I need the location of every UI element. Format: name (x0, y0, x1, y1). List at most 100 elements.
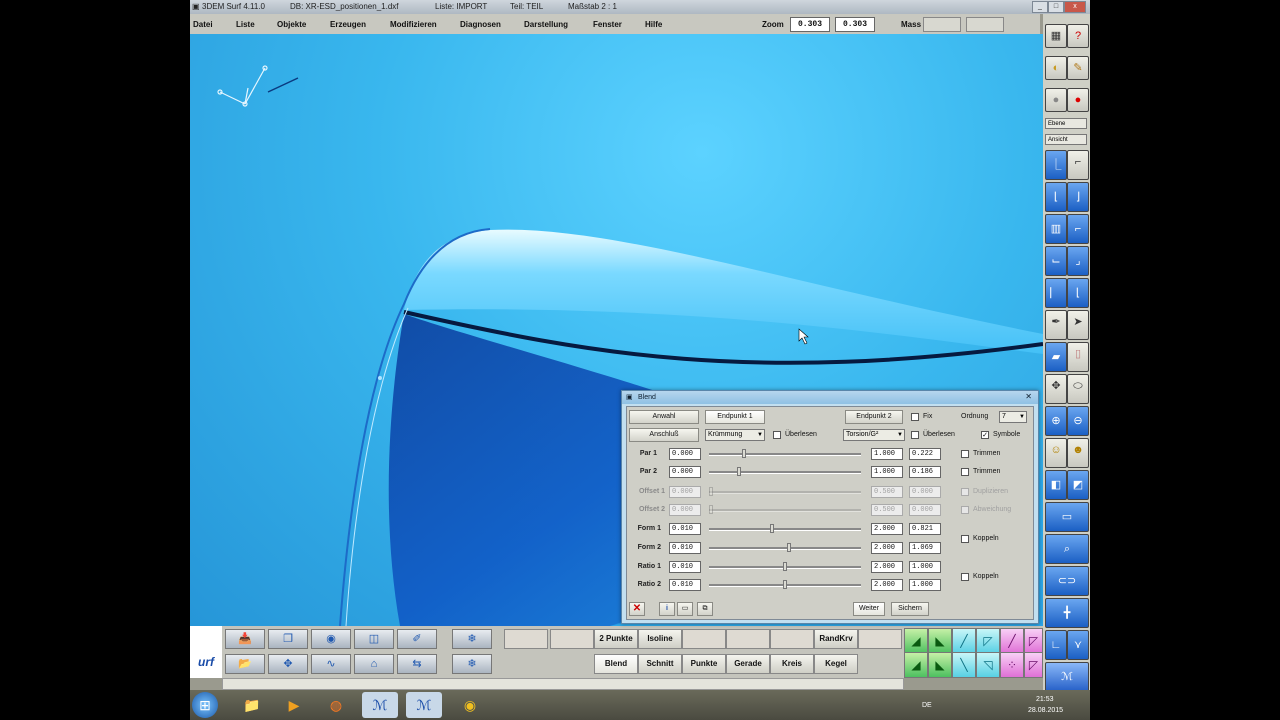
ruler-icon[interactable]: ▯ (1067, 342, 1089, 372)
trimmen2-checkbox[interactable] (961, 468, 969, 476)
ueberlesen1-checkbox[interactable] (773, 431, 781, 439)
punkte-button[interactable]: Punkte (682, 654, 726, 674)
start-button-icon[interactable]: ⊞ (192, 692, 218, 718)
pink-surface-icon-3[interactable]: ⁘ (1000, 652, 1024, 678)
green-surface-icon-2[interactable]: ◣ (928, 628, 952, 654)
ratio2-current-input[interactable]: 1.000 (909, 579, 941, 591)
form1-value-input[interactable]: 0.010 (669, 523, 701, 535)
snowflake-2-icon[interactable]: ❄ (452, 654, 492, 674)
view-icon[interactable]: ▦ (1045, 24, 1067, 48)
offset2-value-input[interactable]: 0.000 (669, 504, 701, 516)
offset1-slider-thumb[interactable] (709, 487, 713, 496)
cyan-surface-icon-4[interactable]: ◹ (976, 652, 1000, 678)
zoom-input-2[interactable]: 0.303 (835, 17, 875, 32)
green-surface-icon-1[interactable]: ◢ (904, 628, 928, 654)
maximize-button[interactable]: □ (1048, 1, 1064, 13)
offset1-value-input[interactable]: 0.000 (669, 486, 701, 498)
empty-button-4[interactable] (858, 629, 902, 649)
cyan-surface-icon-2[interactable]: ◸ (976, 628, 1000, 654)
search-icon[interactable]: ⌕ (1045, 534, 1089, 564)
explorer-icon[interactable]: 📁 (234, 692, 270, 718)
bottle-icon[interactable]: ⌂ (354, 654, 394, 674)
menu-liste[interactable]: Liste (236, 20, 255, 29)
form1-current-input[interactable]: 0.821 (909, 523, 941, 535)
par2-slider-thumb[interactable] (737, 467, 742, 476)
schnitt-button[interactable]: Schnitt (638, 654, 682, 674)
form2-max-input[interactable]: 2.000 (871, 542, 903, 554)
par1-current-input[interactable]: 0.222 (909, 448, 941, 460)
torsion-select[interactable]: Torsion/G² (843, 429, 905, 441)
arrow-tool-icon[interactable]: ➤ (1067, 310, 1089, 340)
green-surface-icon-4[interactable]: ◣ (928, 652, 952, 678)
cyan-surface-icon-1[interactable]: ╱ (952, 628, 976, 654)
surface-tool-2-icon[interactable]: ⌋ (1067, 182, 1089, 212)
help-icon[interactable]: ? (1067, 24, 1089, 48)
menu-diagnosen[interactable]: Diagnosen (460, 20, 501, 29)
dialog-close-icon[interactable]: ✕ (1025, 392, 1032, 401)
par1-slider-track[interactable] (709, 453, 861, 456)
curve-tool-icon[interactable]: ⎿ (1045, 150, 1067, 180)
isoline-button[interactable]: Isoline (638, 629, 682, 649)
minimize-button[interactable]: _ (1032, 1, 1048, 13)
ratio2-max-input[interactable]: 2.000 (871, 579, 903, 591)
form2-current-input[interactable]: 1.069 (909, 542, 941, 554)
par1-value-input[interactable]: 0.000 (669, 448, 701, 460)
duplizieren-checkbox[interactable] (961, 488, 969, 496)
form1-slider-thumb[interactable] (769, 524, 774, 533)
ratio1-value-input[interactable]: 0.010 (669, 561, 701, 573)
offset2-slider-thumb[interactable] (709, 505, 713, 514)
brand-icon[interactable]: ℳ (1045, 662, 1089, 692)
offset1-max-input[interactable]: 0.500 (871, 486, 903, 498)
copy-dialog-icon[interactable]: ⧉ (697, 602, 713, 616)
weiter-button[interactable]: Weiter (853, 602, 885, 616)
koppeln2-checkbox[interactable] (961, 573, 969, 581)
ratio2-value-input[interactable]: 0.010 (669, 579, 701, 591)
edge-tool-icon[interactable]: ⌙ (1045, 246, 1067, 276)
form1-max-input[interactable]: 2.000 (871, 523, 903, 535)
grid-icon[interactable]: ╋ (1045, 598, 1089, 628)
section-view-icon[interactable]: ◩ (1067, 470, 1089, 500)
offset1-current-input[interactable]: 0.000 (909, 486, 941, 498)
language-indicator[interactable]: DE (922, 702, 932, 709)
empty-button-b[interactable] (550, 629, 594, 649)
clock-time[interactable]: 21:53 (1036, 696, 1054, 703)
record-icon[interactable]: ◉ (452, 692, 488, 718)
sphere-gray-icon[interactable]: ● (1045, 88, 1067, 112)
cyan-surface-icon-3[interactable]: ╲ (952, 652, 976, 678)
curve-icon[interactable]: ∿ (311, 654, 351, 674)
zoom-out-icon[interactable]: ⊖ (1067, 406, 1089, 436)
ratio2-slider-thumb[interactable] (783, 580, 787, 589)
eye-icon[interactable]: ◉ (311, 629, 351, 649)
menu-darstellung[interactable]: Darstellung (524, 20, 568, 29)
koppeln1-checkbox[interactable] (961, 535, 969, 543)
cancel-icon[interactable]: ✕ (629, 602, 645, 616)
green-surface-icon-3[interactable]: ◢ (904, 652, 928, 678)
pen-tool-icon[interactable]: ✒ (1045, 310, 1067, 340)
mesh-tool-2-icon[interactable]: ⌐ (1067, 214, 1089, 244)
ueberlesen2-checkbox[interactable] (911, 431, 919, 439)
menu-erzeugen[interactable]: Erzeugen (330, 20, 366, 29)
offset2-slider-track[interactable] (709, 509, 861, 512)
cad-app-icon[interactable]: ℳ (362, 692, 398, 718)
ordnung-select[interactable]: 7 (999, 411, 1027, 423)
connect-icon[interactable]: ⊂⊃ (1045, 566, 1089, 596)
sichern-button[interactable]: Sichern (891, 602, 929, 616)
fix-checkbox[interactable] (911, 413, 919, 421)
par2-max-input[interactable]: 1.000 (871, 466, 903, 478)
gerade-button[interactable]: Gerade (726, 654, 770, 674)
offset1-slider-track[interactable] (709, 491, 861, 494)
fit-view-icon[interactable]: ◧ (1045, 470, 1067, 500)
ratio1-max-input[interactable]: 2.000 (871, 561, 903, 573)
endpunkt1-button[interactable]: Endpunkt 1 (705, 410, 765, 424)
trimmen1-checkbox[interactable] (961, 450, 969, 458)
clock-date[interactable]: 28.08.2015 (1028, 707, 1063, 714)
menu-fenster[interactable]: Fenster (593, 20, 622, 29)
edge-tool-2-icon[interactable]: ⌟ (1067, 246, 1089, 276)
angle-2-icon[interactable]: ⋎ (1067, 630, 1089, 660)
shading-icon[interactable]: ◐ (1045, 56, 1067, 80)
line-tool-icon[interactable]: ⎸ (1045, 278, 1067, 308)
curve-tool-2-icon[interactable]: ⌐ (1067, 150, 1089, 180)
anschluss-button[interactable]: Anschluß (629, 428, 699, 442)
kegel-button[interactable]: Kegel (814, 654, 858, 674)
copy-icon[interactable]: ❐ (268, 629, 308, 649)
